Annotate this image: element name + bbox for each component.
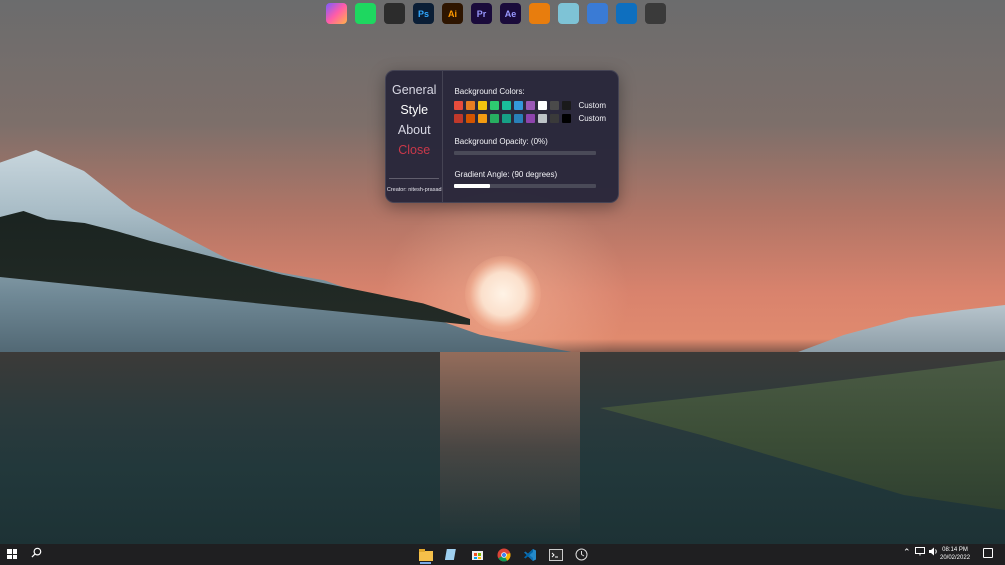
color-swatch[interactable] — [502, 114, 512, 123]
vscode-icon[interactable] — [520, 545, 539, 564]
nav-style[interactable]: Style — [400, 100, 428, 120]
sun — [465, 256, 541, 332]
illustrator-icon[interactable]: Ai — [442, 3, 463, 24]
creator-credit: Creator: nitesh-prasad — [386, 187, 442, 193]
background-colors-label: Background Colors: — [454, 87, 525, 96]
color-swatch[interactable] — [454, 114, 464, 123]
color-swatch[interactable] — [490, 101, 500, 110]
style-settings: Background Colors: Custom Custom Backgro… — [443, 71, 618, 202]
mountain-right — [790, 305, 1005, 355]
premiere-icon[interactable]: Pr — [471, 3, 492, 24]
spotify-icon[interactable] — [355, 3, 376, 24]
books-icon[interactable] — [558, 3, 579, 24]
file-explorer-icon[interactable] — [416, 545, 435, 564]
color-row-dark: Custom — [454, 114, 606, 123]
photoshop-icon[interactable]: Ps — [413, 3, 434, 24]
color-swatch[interactable] — [538, 101, 548, 110]
color-swatch[interactable] — [514, 114, 524, 123]
sun-reflection — [440, 352, 580, 542]
color-swatch[interactable] — [526, 114, 536, 123]
gradient-angle-label: Gradient Angle: (90 degrees) — [454, 170, 558, 179]
chevron-up-icon[interactable]: ⌃ — [903, 547, 911, 558]
color-swatch[interactable] — [550, 114, 560, 123]
opacity-label: Background Opacity: (0%) — [454, 137, 548, 146]
volume-icon[interactable] — [928, 547, 939, 558]
figma-icon[interactable] — [384, 3, 405, 24]
nova-icon[interactable] — [326, 3, 347, 24]
xd-icon[interactable] — [587, 3, 608, 24]
search-icon[interactable] — [31, 547, 42, 561]
blender-icon[interactable] — [529, 3, 550, 24]
gradient-angle-slider[interactable] — [454, 184, 597, 188]
notification-icon[interactable] — [983, 548, 993, 558]
panel-nav: General Style About Close Creator: nites… — [386, 71, 444, 202]
vscode-icon[interactable] — [616, 3, 637, 24]
color-swatch[interactable] — [454, 101, 464, 110]
color-swatch[interactable] — [526, 101, 536, 110]
color-swatch[interactable] — [514, 101, 524, 110]
taskbar-clock[interactable]: 08:14 PM 20/02/2022 — [940, 546, 970, 562]
opacity-slider[interactable] — [454, 151, 597, 155]
color-row-primary: Custom — [454, 101, 606, 110]
gradient-slider-fill — [454, 184, 490, 188]
nav-divider — [389, 178, 440, 179]
clock-time: 08:14 PM — [942, 547, 968, 553]
settings-icon[interactable] — [645, 3, 666, 24]
nav-close[interactable]: Close — [398, 140, 430, 160]
color-swatch[interactable] — [478, 114, 488, 123]
custom-color-button[interactable]: Custom — [578, 114, 606, 123]
color-swatch[interactable] — [550, 101, 560, 110]
custom-color-button[interactable]: Custom — [578, 101, 606, 110]
taskbar: ⌃ 08:14 PM 20/02/2022 — [0, 544, 1005, 565]
network-icon[interactable] — [914, 547, 925, 558]
windows-logo-icon — [7, 549, 12, 554]
start-button[interactable] — [7, 549, 17, 559]
settings-panel: General Style About Close Creator: nites… — [385, 70, 619, 203]
color-swatch[interactable] — [466, 101, 476, 110]
color-swatch[interactable] — [502, 101, 512, 110]
clock-app-icon[interactable] — [572, 545, 591, 564]
top-app-dock: Ps Ai Pr Ae — [326, 3, 666, 25]
after-effects-icon[interactable]: Ae — [500, 3, 521, 24]
color-swatch[interactable] — [490, 114, 500, 123]
color-swatch[interactable] — [478, 101, 488, 110]
color-swatch[interactable] — [466, 114, 476, 123]
color-swatch[interactable] — [562, 114, 572, 123]
chrome-icon[interactable] — [494, 545, 513, 564]
nav-about[interactable]: About — [398, 120, 431, 140]
color-swatch[interactable] — [562, 101, 572, 110]
color-swatch[interactable] — [538, 114, 548, 123]
clock-date: 20/02/2022 — [940, 555, 971, 561]
taskbar-apps — [416, 545, 591, 564]
notepad-icon[interactable] — [442, 545, 461, 564]
system-tray: ⌃ — [903, 547, 939, 558]
nav-general[interactable]: General — [392, 80, 436, 100]
store-icon[interactable] — [468, 545, 487, 564]
terminal-icon[interactable] — [546, 545, 565, 564]
